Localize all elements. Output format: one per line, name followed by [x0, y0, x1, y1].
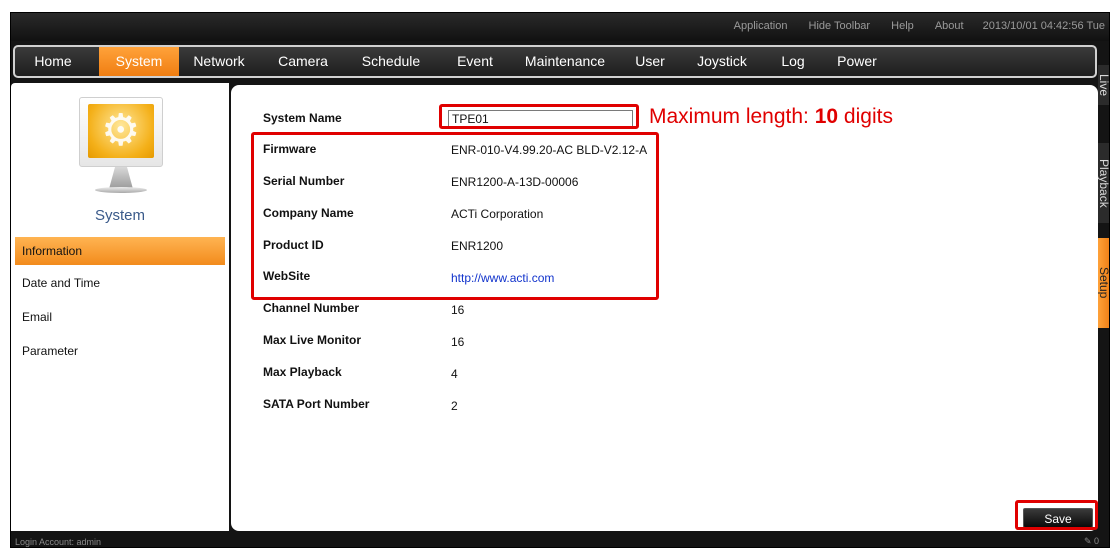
- nav-date-and-time[interactable]: Date and Time: [15, 269, 225, 297]
- status-count: 0: [1093, 536, 1099, 546]
- annotation-prefix: Maximum length:: [649, 105, 815, 128]
- menu-schedule[interactable]: Schedule: [351, 47, 431, 76]
- max-live-monitor-value: 16: [451, 335, 465, 349]
- menu-user[interactable]: User: [625, 47, 675, 76]
- hide-toolbar-link[interactable]: Hide Toolbar: [809, 20, 871, 32]
- help-link[interactable]: Help: [891, 20, 914, 32]
- serial-number-value: ENR1200-A-13D-00006: [451, 175, 579, 189]
- tab-playback[interactable]: Playback: [1098, 143, 1109, 223]
- annotation-suffix: digits: [838, 105, 893, 128]
- tab-live[interactable]: Live: [1098, 65, 1109, 105]
- serial-number-label: Serial Number: [263, 174, 345, 188]
- information-panel: System Name Maximum length: 10 digits Fi…: [231, 85, 1098, 531]
- menu-event[interactable]: Event: [445, 47, 505, 76]
- nav-information[interactable]: Information: [15, 237, 225, 265]
- menu-system[interactable]: System: [99, 47, 179, 76]
- nav-parameter[interactable]: Parameter: [15, 337, 225, 365]
- sidebar-section-title: System: [94, 207, 145, 224]
- setup-sidebar: ⚙ System Information Date and Time Email…: [11, 83, 229, 531]
- product-id-value: ENR1200: [451, 239, 504, 253]
- datetime-display: 2013/10/01 04:42:56 Tue: [982, 20, 1105, 32]
- annotation-number: 10: [814, 105, 839, 128]
- save-button[interactable]: Save: [1023, 508, 1093, 528]
- status-indicator: ✎ 0: [1084, 536, 1099, 547]
- max-playback-value: 4: [451, 367, 458, 381]
- menu-log[interactable]: Log: [771, 47, 815, 76]
- top-toolbar: Application Hide Toolbar Help About 2013…: [11, 13, 1109, 41]
- menu-power[interactable]: Power: [827, 47, 887, 76]
- company-name-label: Company Name: [263, 206, 354, 220]
- menu-network[interactable]: Network: [183, 47, 255, 76]
- login-account: Login Account: admin: [15, 537, 102, 547]
- firmware-value: ENR-010-V4.99.20-AC BLD-V2.12-A: [451, 143, 648, 157]
- product-id-label: Product ID: [263, 238, 324, 252]
- firmware-label: Firmware: [263, 142, 317, 156]
- max-live-monitor-label: Max Live Monitor: [263, 333, 362, 347]
- system-name-label: System Name: [263, 111, 342, 125]
- about-link[interactable]: About: [935, 20, 964, 32]
- max-length-annotation: Maximum length: 10 digits: [649, 105, 893, 129]
- menu-joystick[interactable]: Joystick: [685, 47, 759, 76]
- company-name-value: ACTi Corporation: [451, 207, 544, 221]
- application-link[interactable]: Application: [734, 20, 788, 32]
- tab-setup[interactable]: Setup: [1098, 238, 1109, 328]
- max-playback-label: Max Playback: [263, 365, 342, 379]
- website-link[interactable]: http://www.acti.com: [451, 271, 554, 285]
- channel-number-label: Channel Number: [263, 301, 360, 315]
- menu-home[interactable]: Home: [21, 47, 85, 76]
- app-window: Application Hide Toolbar Help About 2013…: [10, 12, 1110, 548]
- signal-icon: ✎: [1083, 536, 1094, 546]
- menu-camera[interactable]: Camera: [267, 47, 339, 76]
- sata-port-number-label: SATA Port Number: [263, 397, 370, 411]
- website-label: WebSite: [263, 269, 311, 283]
- system-gear-icon: ⚙: [79, 97, 163, 201]
- sata-port-number-value: 2: [451, 399, 458, 413]
- nav-email[interactable]: Email: [15, 303, 225, 331]
- status-bar: Login Account: admin ✎ 0: [11, 534, 1109, 547]
- main-menu-bar: Home System Network Camera Schedule Even…: [13, 45, 1097, 78]
- channel-number-value: 16: [451, 303, 465, 317]
- system-name-input[interactable]: [448, 110, 633, 127]
- menu-maintenance[interactable]: Maintenance: [513, 47, 617, 76]
